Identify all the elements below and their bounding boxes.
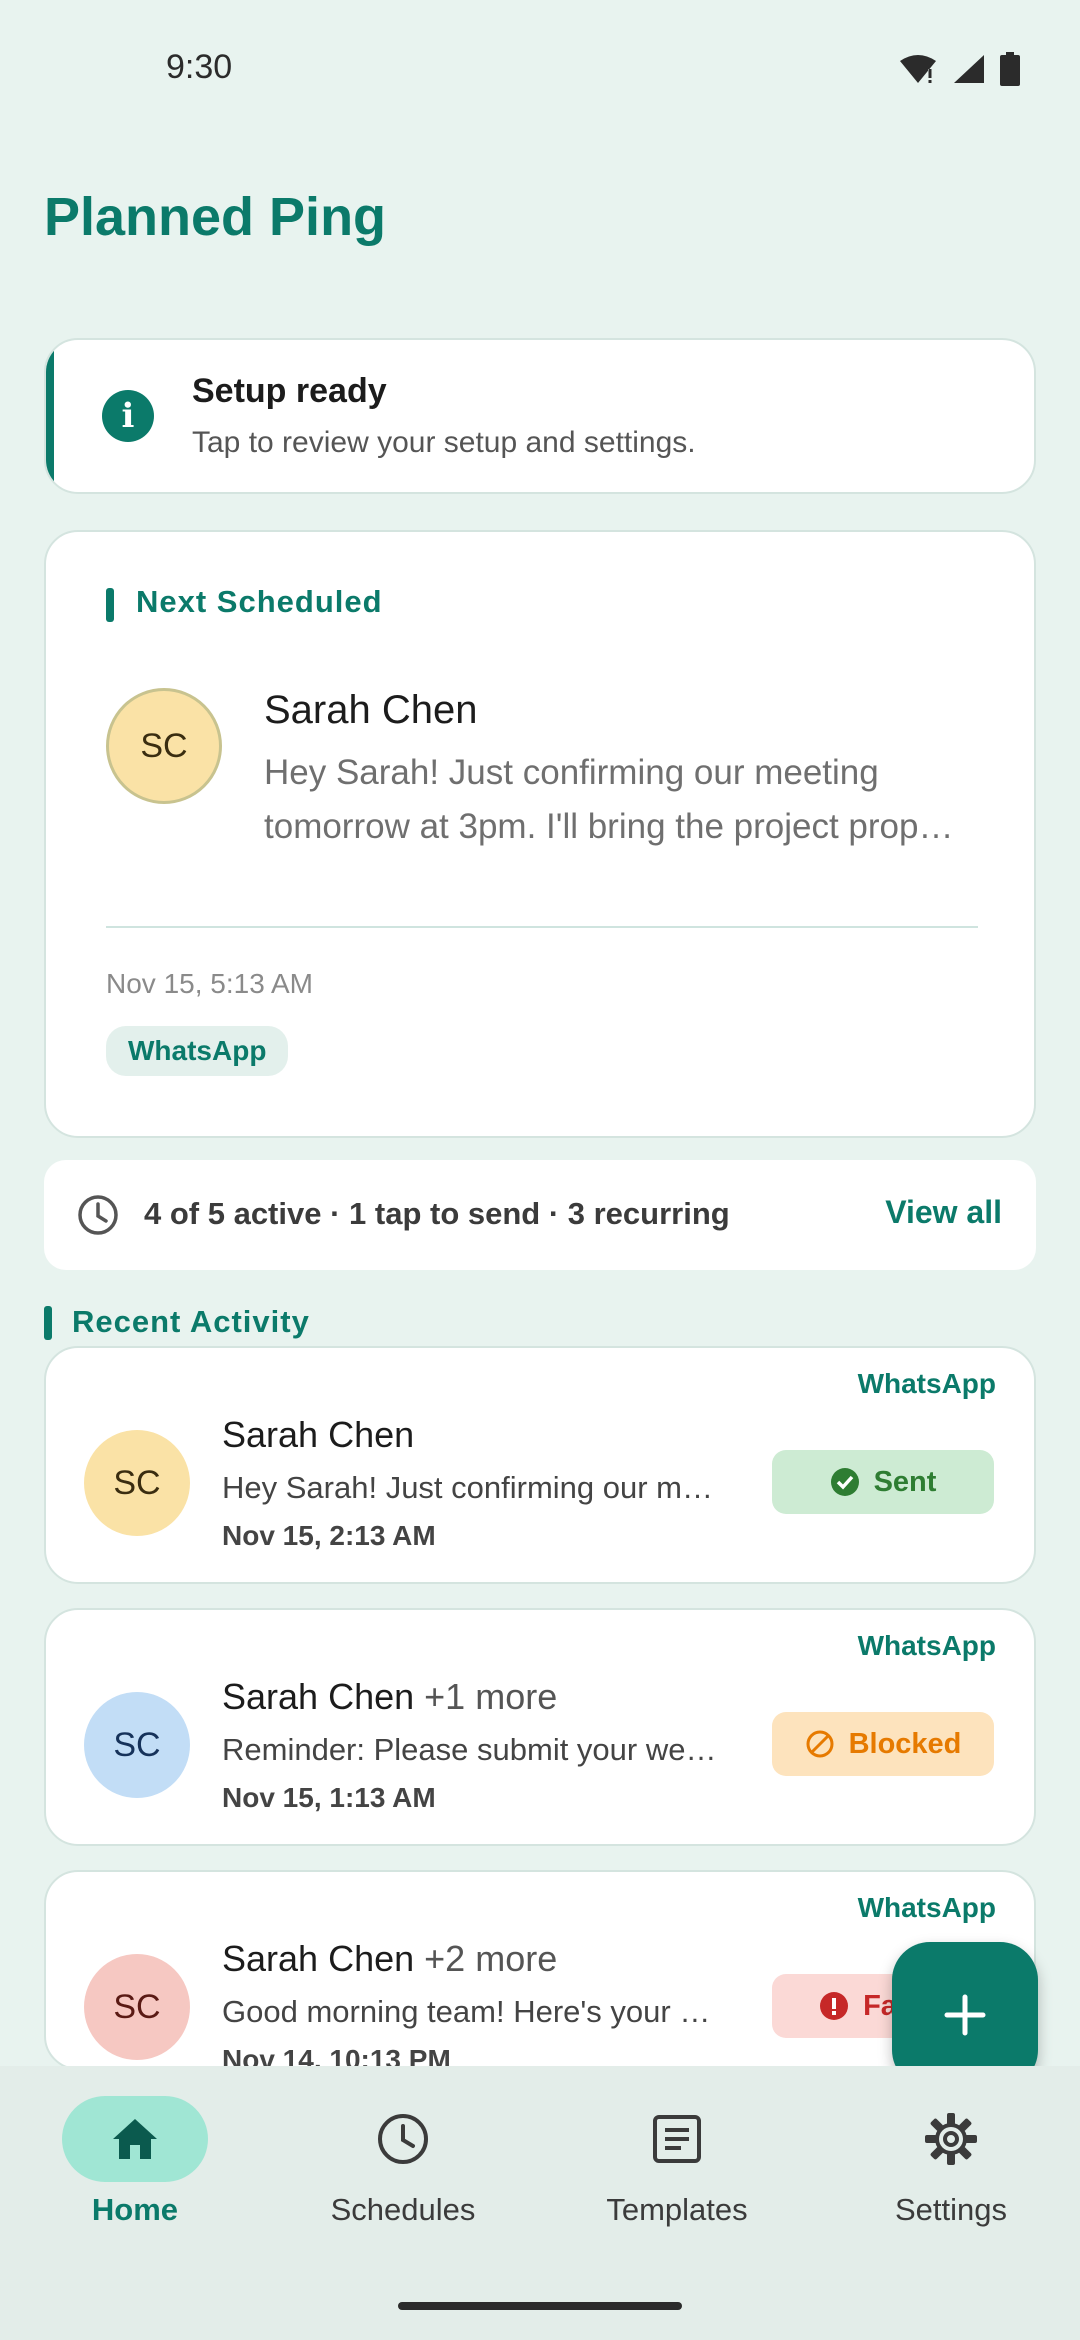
setup-title: Setup ready (192, 372, 387, 410)
document-icon (653, 2115, 701, 2163)
next-scheduled-card[interactable]: Next Scheduled SC Sarah Chen Hey Sarah! … (44, 530, 1036, 1138)
nav-label: Templates (606, 2192, 748, 2227)
status-time: 9:30 (166, 48, 233, 86)
stats-summary: 4 of 5 active · 1 tap to send · 3 recurr… (144, 1196, 730, 1231)
signal-icon (954, 55, 984, 83)
more-recipients: +1 more (424, 1676, 558, 1717)
setup-subtitle: Tap to review your setup and settings. (192, 426, 696, 459)
section-accent-bar (44, 1306, 52, 1340)
nav-label: Settings (894, 2192, 1007, 2227)
nav-pill (878, 2096, 1024, 2182)
home-icon (113, 2119, 157, 2159)
stats-row: 4 of 5 active · 1 tap to send · 3 recurr… (44, 1160, 1036, 1270)
nav-item-schedules[interactable]: Schedules (268, 2096, 538, 2228)
contact-name: Sarah Chen +1 more (222, 1676, 557, 1718)
message-preview: Reminder: Please submit your we… (222, 1732, 717, 1767)
nav-label: Home (91, 2192, 179, 2227)
status-label: Blocked (848, 1727, 962, 1760)
activity-card[interactable]: WhatsApp SC Sarah Chen Hey Sarah! Just c… (44, 1346, 1036, 1584)
error-icon (820, 1992, 849, 2020)
contact-name: Sarah Chen (222, 1414, 414, 1456)
channel-label: WhatsApp (857, 1368, 996, 1399)
status-badge: Sent (772, 1450, 994, 1514)
scheduled-datetime: Nov 15, 5:13 AM (106, 968, 314, 999)
message-preview: Good morning team! Here's your … (222, 1994, 711, 2029)
nav-pill (604, 2096, 750, 2182)
nav-item-templates[interactable]: Templates (542, 2096, 812, 2228)
activity-datetime: Nov 15, 2:13 AM (222, 1520, 436, 1551)
activity-datetime: Nov 15, 1:13 AM (222, 1782, 436, 1813)
contact-name-text: Sarah Chen (222, 1938, 415, 1979)
nav-pill (62, 2096, 208, 2182)
plus-icon (944, 1994, 986, 2036)
avatar: SC (84, 1692, 190, 1798)
blocked-icon (806, 1730, 834, 1758)
contact-name: Sarah Chen +2 more (222, 1938, 557, 1980)
nav-label: Schedules (330, 2192, 476, 2227)
section-accent-bar (106, 588, 114, 622)
gear-icon (925, 2113, 977, 2165)
next-scheduled-header: Next Scheduled (136, 584, 383, 619)
nav-pill (330, 2096, 476, 2182)
info-icon: i (102, 390, 154, 442)
wifi-icon (900, 55, 936, 83)
message-preview: Hey Sarah! Just confirming our m… (222, 1470, 714, 1505)
clock-icon (78, 1195, 118, 1235)
nav-item-settings[interactable]: Settings (816, 2096, 1080, 2228)
activity-card[interactable]: WhatsApp SC Sarah Chen +1 more Reminder:… (44, 1608, 1036, 1846)
status-badge: Blocked (772, 1712, 994, 1776)
status-label: Sent (873, 1465, 937, 1498)
app-title: Planned Ping (44, 187, 387, 247)
clock-icon (378, 2114, 428, 2164)
channel-label: WhatsApp (857, 1630, 996, 1661)
avatar: SC (84, 1430, 190, 1536)
view-all-link[interactable]: View all (885, 1194, 1002, 1231)
setup-banner[interactable]: i Setup ready Tap to review your setup a… (44, 338, 1036, 494)
contact-name: Sarah Chen (264, 688, 478, 732)
more-recipients: +2 more (424, 1938, 558, 1979)
battery-icon (1000, 52, 1020, 86)
home-indicator[interactable] (398, 2302, 682, 2310)
status-icons (898, 52, 1020, 86)
avatar: SC (106, 688, 222, 804)
message-preview: Hey Sarah! Just confirming our meeting t… (264, 753, 954, 846)
bottom-nav: Home Schedules Templates Settings (0, 2066, 1080, 2340)
accent-bar (46, 340, 54, 492)
avatar: SC (84, 1954, 190, 2060)
nav-item-home[interactable]: Home (0, 2096, 270, 2228)
activity-card[interactable]: WhatsApp SC Sarah Chen +2 more Good morn… (44, 1870, 1036, 2070)
recent-activity-header: Recent Activity (72, 1304, 310, 1339)
contact-name-text: Sarah Chen (222, 1676, 415, 1717)
check-circle-icon (830, 1468, 859, 1496)
contact-name-text: Sarah Chen (222, 1414, 415, 1455)
channel-label: WhatsApp (857, 1892, 996, 1923)
divider (106, 926, 978, 928)
channel-chip: WhatsApp (106, 1026, 289, 1076)
